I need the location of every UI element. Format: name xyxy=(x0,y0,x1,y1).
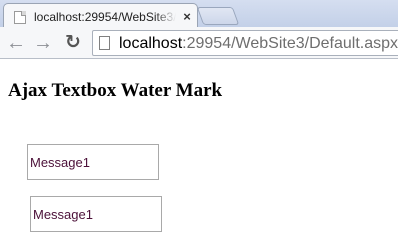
tab-title: localhost:29954/WebSite3/Default.aspx xyxy=(34,10,176,24)
url-path: :29954/WebSite3/Default.aspx xyxy=(182,35,398,52)
address-bar[interactable]: localhost:29954/WebSite3/Default.aspx xyxy=(92,30,398,56)
message-textbox-1[interactable] xyxy=(27,144,159,180)
browser-toolbar: ← → ↻ localhost:29954/WebSite3/Default.a… xyxy=(0,27,398,59)
new-tab-button[interactable] xyxy=(196,7,240,25)
browser-tab[interactable]: localhost:29954/WebSite3/Default.aspx × xyxy=(3,3,198,28)
favicon-icon xyxy=(14,11,26,24)
page-icon xyxy=(99,36,110,50)
url-text[interactable]: localhost:29954/WebSite3/Default.aspx xyxy=(119,34,398,54)
page-heading: Ajax Textbox Water Mark xyxy=(8,80,223,101)
browser-tabstrip: localhost:29954/WebSite3/Default.aspx × xyxy=(0,0,398,28)
tab-close-icon[interactable]: × xyxy=(180,9,194,25)
url-host: localhost xyxy=(119,35,183,52)
back-arrow-icon[interactable]: ← xyxy=(5,32,27,54)
message-textbox-2[interactable] xyxy=(30,196,162,232)
forward-arrow-icon[interactable]: → xyxy=(32,32,54,54)
reload-icon[interactable]: ↻ xyxy=(62,32,84,54)
